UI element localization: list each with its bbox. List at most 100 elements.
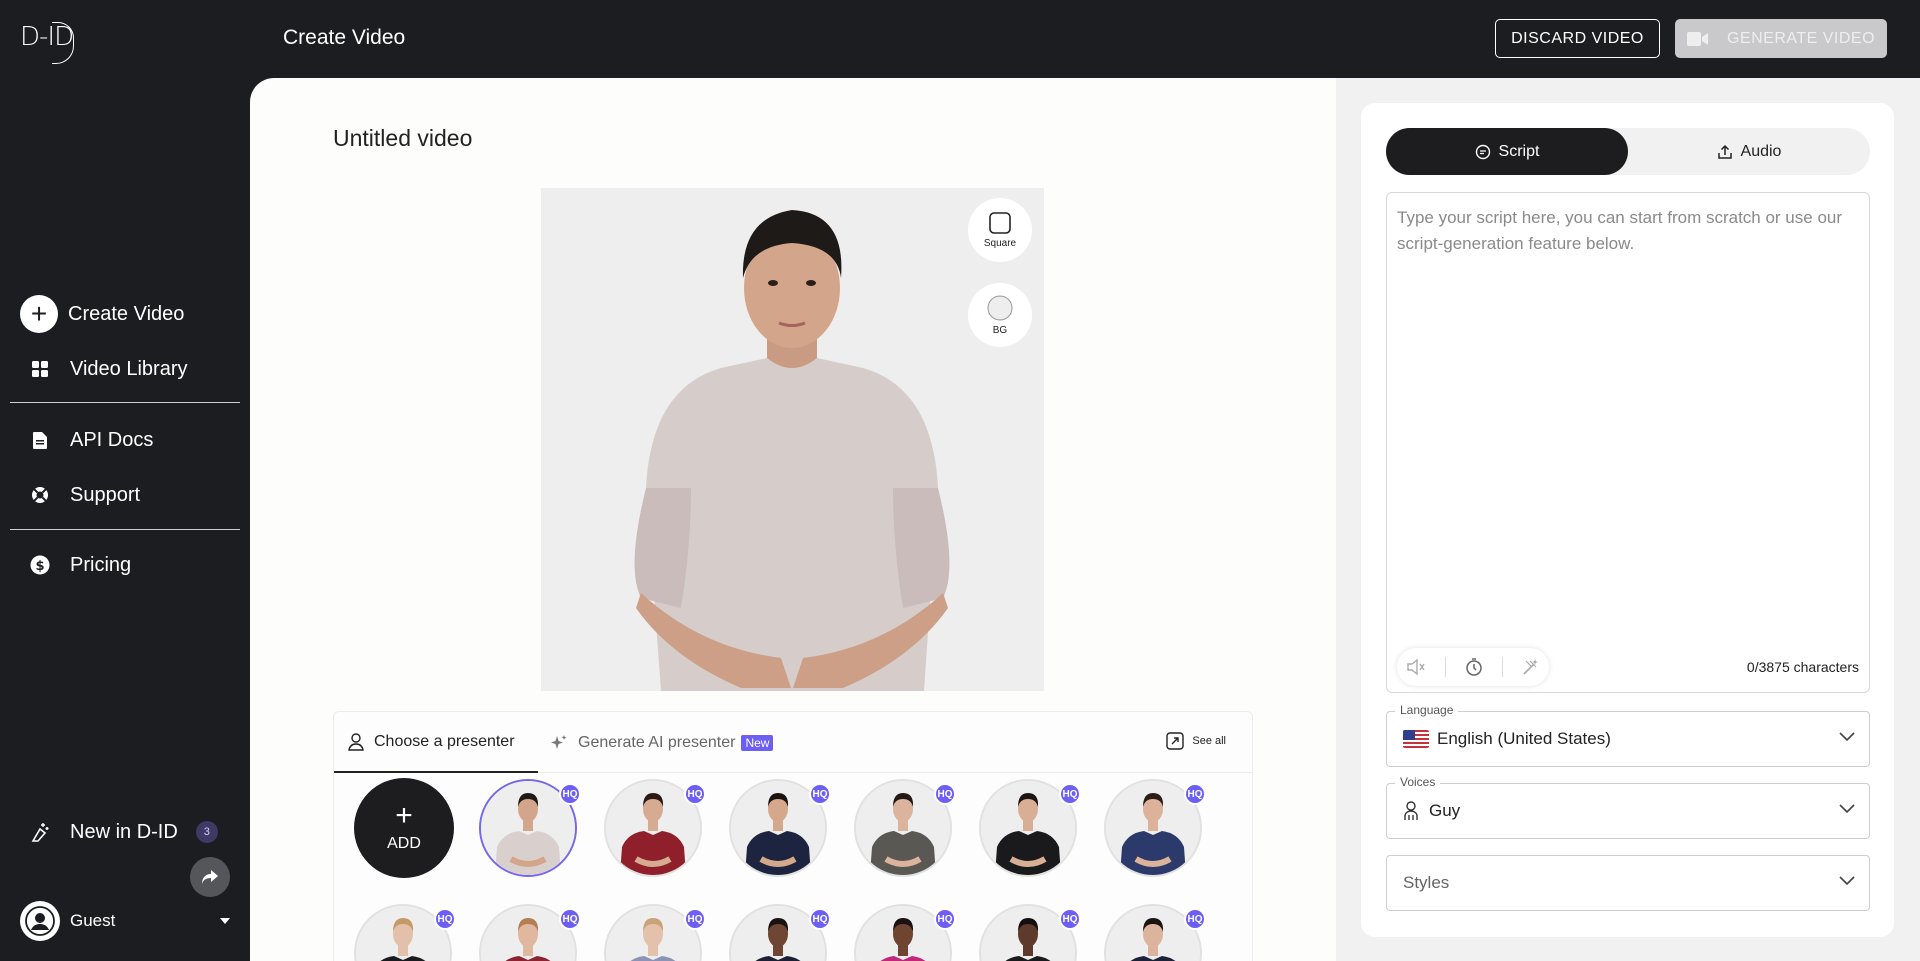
upload-icon <box>1717 144 1732 159</box>
tab-script[interactable]: Script <box>1386 128 1628 175</box>
sidebar: D-ID + Create Video Video Library API Do… <box>0 0 250 961</box>
speaker-icon[interactable] <box>1406 658 1426 676</box>
hq-badge: HQ <box>934 783 956 805</box>
tab-choose-presenter[interactable]: Choose a presenter <box>334 712 538 773</box>
presenter-tabs: Choose a presenter Generate AI presenter… <box>334 712 1252 773</box>
chevron-down-icon <box>1839 876 1855 886</box>
timer-icon[interactable] <box>1465 658 1483 676</box>
plus-icon: + <box>395 799 413 832</box>
background-button[interactable]: BG <box>968 283 1032 347</box>
camera-icon <box>1686 31 1708 46</box>
sparkle-hand-icon <box>20 812 60 852</box>
sidebar-divider <box>10 402 240 403</box>
expand-icon <box>1166 732 1185 750</box>
logo-face-icon <box>52 22 74 64</box>
tab-label: Audio <box>1740 142 1782 160</box>
lifebuoy-icon <box>20 475 60 515</box>
aspect-square-button[interactable]: Square <box>968 198 1032 262</box>
tab-label: Choose a presenter <box>374 732 515 750</box>
share-arrow-icon <box>202 870 218 884</box>
chat-bubble-icon <box>1475 144 1490 159</box>
hq-badge: HQ <box>1059 908 1081 930</box>
see-all-label: See all <box>1192 735 1226 747</box>
share-button[interactable] <box>190 857 230 897</box>
count-badge: 3 <box>195 821 218 843</box>
tool-divider <box>1445 657 1447 677</box>
add-presenter-button[interactable]: + ADD <box>354 778 454 878</box>
styles-select[interactable]: Styles <box>1386 855 1870 911</box>
presenter-preview: Square BG <box>541 188 1044 691</box>
character-count: 0/3875 characters <box>1746 659 1859 675</box>
us-flag-icon <box>1403 730 1429 748</box>
hq-badge: HQ <box>809 783 831 805</box>
svg-text:$: $ <box>35 559 44 574</box>
voices-label: Voices <box>1395 775 1441 789</box>
discard-video-button[interactable]: DISCARD VIDEO <box>1495 19 1660 58</box>
plus-circle-icon: + <box>20 295 58 333</box>
sidebar-item-pricing[interactable]: $ Pricing <box>20 545 131 585</box>
sparkle-icon <box>551 734 567 749</box>
sidebar-item-label: Pricing <box>70 553 132 576</box>
document-icon <box>20 420 60 460</box>
tab-audio[interactable]: Audio <box>1628 128 1870 175</box>
user-name: Guest <box>70 911 116 930</box>
dollar-icon: $ <box>20 545 60 585</box>
page-title: Create Video <box>283 26 406 49</box>
script-editor: 0/3875 characters <box>1386 192 1870 693</box>
sidebar-item-create-video[interactable]: + Create Video <box>20 294 184 334</box>
sidebar-item-label: Support <box>70 483 141 506</box>
avatar <box>20 901 60 941</box>
see-all-button[interactable]: See all <box>1166 732 1226 750</box>
hq-badge: HQ <box>934 908 956 930</box>
hq-badge: HQ <box>434 908 456 930</box>
hq-badge: HQ <box>1184 783 1206 805</box>
user-icon <box>25 906 55 936</box>
generate-video-label: GENERATE VIDEO <box>1726 29 1876 47</box>
chevron-down-icon <box>1839 732 1855 742</box>
chevron-down-icon <box>220 918 230 924</box>
square-icon <box>989 211 1011 234</box>
hq-badge: HQ <box>1059 783 1081 805</box>
chevron-down-icon <box>1839 804 1855 814</box>
sidebar-item-support[interactable]: Support <box>20 475 140 515</box>
sidebar-item-new-in[interactable]: New in D-ID 3 <box>20 812 218 852</box>
sidebar-item-api-docs[interactable]: API Docs <box>20 420 153 460</box>
tab-generate-ai-presenter[interactable]: Generate AI presenter New <box>550 712 774 773</box>
sidebar-item-label: Video Library <box>70 357 188 380</box>
generate-video-button[interactable]: GENERATE VIDEO <box>1675 19 1887 58</box>
sidebar-item-label: New in D-ID <box>70 820 178 843</box>
presenter-panel: Choose a presenter Generate AI presenter… <box>333 711 1253 961</box>
presenter-image <box>541 188 1044 691</box>
script-input[interactable] <box>1397 205 1857 505</box>
video-title[interactable]: Untitled video <box>333 125 472 152</box>
styles-placeholder: Styles <box>1403 873 1450 892</box>
hq-badge: HQ <box>1184 908 1206 930</box>
hq-badge: HQ <box>559 908 581 930</box>
tab-label: Script <box>1498 142 1540 160</box>
magic-wand-icon[interactable] <box>1522 658 1540 676</box>
language-select[interactable]: Language English (United States) <box>1386 703 1870 767</box>
add-label: ADD <box>387 835 421 852</box>
voice-value: Guy <box>1429 801 1461 820</box>
sidebar-item-video-library[interactable]: Video Library <box>20 349 187 389</box>
tool-divider <box>1501 657 1503 677</box>
voice-person-icon <box>1404 801 1418 820</box>
tab-label: Generate AI presenter <box>578 733 736 751</box>
sidebar-divider <box>10 529 240 530</box>
hq-badge: HQ <box>559 783 581 805</box>
script-tools <box>1397 648 1549 686</box>
language-value: English (United States) <box>1437 729 1611 748</box>
sidebar-item-label: Create Video <box>68 302 185 325</box>
language-label: Language <box>1395 703 1459 717</box>
script-audio-toggle: Script Audio <box>1386 128 1870 175</box>
bg-circle-icon <box>987 295 1013 320</box>
new-badge: New <box>741 734 774 751</box>
square-label: Square <box>983 237 1017 249</box>
user-outline-icon <box>348 732 364 751</box>
voice-select[interactable]: Voices Guy <box>1386 775 1870 839</box>
bg-label: BG <box>992 324 1008 336</box>
grid-icon <box>20 349 60 389</box>
user-menu[interactable]: Guest <box>20 901 230 941</box>
hq-badge: HQ <box>684 908 706 930</box>
sidebar-item-label: API Docs <box>70 428 154 451</box>
